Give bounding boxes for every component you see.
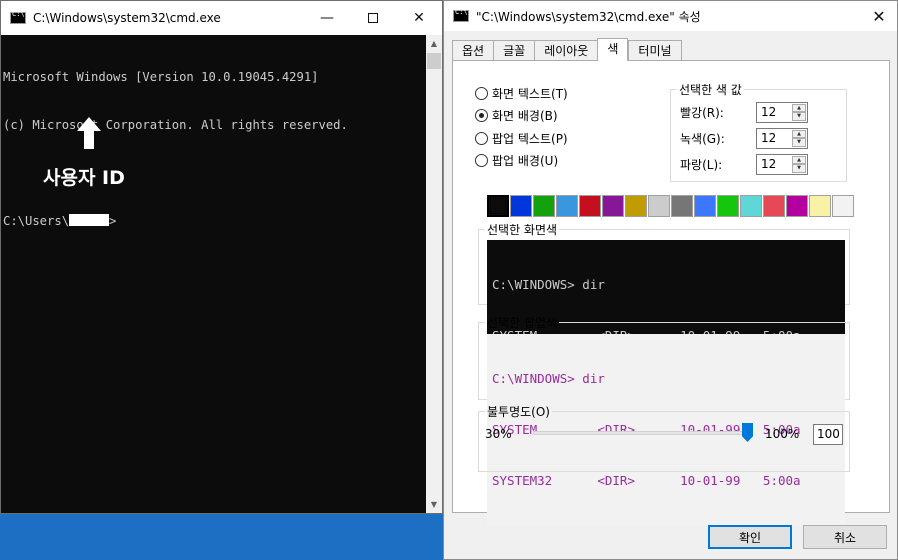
color-swatch[interactable] (602, 195, 624, 217)
user-id-annotation: 사용자 ID (43, 167, 125, 189)
spin-up-icon[interactable]: ▲ (792, 155, 806, 164)
radio-label: 화면 텍스트(T) (492, 86, 568, 101)
screen-colors-legend: 선택한 화면색 (487, 223, 558, 237)
blue-label: 파랑(L): (680, 157, 723, 172)
dialog-title: "C:\Windows\system32\cmd.exe" 속성 (476, 9, 701, 24)
opacity-legend: 불투명도(O) (487, 405, 550, 419)
scrollbar-thumb[interactable] (427, 53, 441, 69)
tab-layout[interactable]: 레이아웃 (534, 40, 598, 61)
color-swatch[interactable] (510, 195, 532, 217)
close-button[interactable]: ✕ (396, 1, 442, 35)
opacity-value-input[interactable]: 100 (813, 424, 843, 445)
colors-panel: 화면 텍스트(T) 화면 배경(B) 팝업 텍스트(P) 팝업 배경(U) 선택… (452, 60, 890, 525)
preview-line: C:\WINDOWS> dir (492, 277, 605, 292)
popup-colors-legend: 선택한 팝업색 (487, 316, 558, 330)
green-value-row: 녹색(G): 12 ▲ ▼ (680, 127, 808, 149)
green-spinner[interactable]: 12 ▲ ▼ (756, 127, 808, 149)
color-swatch[interactable] (533, 195, 555, 217)
red-value: 12 (761, 105, 777, 119)
preview-line: SYSTEM32 <DIR> 10-01-99 5:00a (492, 473, 801, 488)
console-app-icon[interactable] (10, 10, 26, 24)
console-titlebar[interactable]: C:\Windows\system32\cmd.exe — ✕ (1, 1, 442, 35)
radio-popup-background[interactable]: 팝업 배경(U) (475, 152, 558, 168)
radio-screen-text[interactable]: 화면 텍스트(T) (475, 85, 568, 101)
blue-value-row: 파랑(L): 12 ▲ ▼ (680, 153, 808, 175)
radio-indicator (475, 153, 488, 167)
red-value-row: 빨강(R): 12 ▲ ▼ (680, 101, 808, 123)
preview-line: C:\WINDOWS> dir (492, 371, 605, 386)
radio-label: 화면 배경(B) (492, 108, 558, 123)
close-icon: ✕ (872, 6, 886, 26)
color-palette (487, 195, 855, 217)
scroll-up-icon[interactable]: ▲ (426, 35, 442, 52)
minimize-icon: — (320, 10, 334, 26)
color-swatch[interactable] (671, 195, 693, 217)
tab-options[interactable]: 옵션 (452, 40, 494, 61)
console-line: (c) Microsoft Corporation. All rights re… (3, 118, 348, 132)
color-swatch[interactable] (740, 195, 762, 217)
color-swatch[interactable] (487, 195, 509, 217)
spin-up-icon[interactable]: ▲ (792, 103, 806, 112)
color-swatch[interactable] (717, 195, 739, 217)
color-values-legend: 선택한 색 값 (679, 83, 742, 97)
console-prompt-line: C:\Users\ > (3, 213, 424, 229)
opacity-slider-track[interactable] (533, 431, 751, 435)
console-prompt-suffix: > (109, 214, 117, 228)
console-scrollbar[interactable]: ▲ ▼ (426, 35, 442, 513)
color-swatch[interactable] (579, 195, 601, 217)
tab-font[interactable]: 글꼴 (493, 40, 535, 61)
spin-down-icon[interactable]: ▼ (792, 138, 806, 147)
spin-down-icon[interactable]: ▼ (792, 164, 806, 173)
color-swatch[interactable] (556, 195, 578, 217)
blue-spinner[interactable]: 12 ▲ ▼ (756, 153, 808, 175)
minimize-button[interactable]: — (304, 1, 350, 35)
console-title: C:\Windows\system32\cmd.exe (33, 11, 221, 25)
arrow-up-icon (77, 117, 101, 149)
console-output[interactable]: Microsoft Windows [Version 10.0.19045.42… (1, 35, 426, 513)
opacity-min-label: 30% (485, 427, 512, 441)
radio-indicator (475, 86, 488, 100)
maximize-icon (368, 13, 378, 23)
dialog-titlebar[interactable]: "C:\Windows\system32\cmd.exe" 속성 ✕ (444, 1, 897, 31)
radio-indicator (475, 108, 488, 122)
radio-indicator (475, 131, 488, 145)
tab-bar: 옵션 글꼴 레이아웃 색 터미널 (452, 38, 682, 61)
color-swatch[interactable] (648, 195, 670, 217)
color-swatch[interactable] (694, 195, 716, 217)
spin-down-icon[interactable]: ▼ (792, 112, 806, 121)
color-swatch[interactable] (786, 195, 808, 217)
maximize-button[interactable] (350, 1, 396, 35)
radio-label: 팝업 텍스트(P) (492, 131, 568, 146)
radio-screen-background[interactable]: 화면 배경(B) (475, 107, 558, 123)
color-swatch[interactable] (763, 195, 785, 217)
blue-value: 12 (761, 157, 777, 171)
close-icon: ✕ (413, 10, 425, 26)
red-label: 빨강(R): (680, 105, 724, 120)
radio-popup-text[interactable]: 팝업 텍스트(P) (475, 130, 568, 146)
dialog-app-icon[interactable] (453, 8, 469, 22)
console-prompt-path: C:\Users\ (3, 214, 70, 228)
green-value: 12 (761, 131, 777, 145)
color-swatch[interactable] (832, 195, 854, 217)
radio-label: 팝업 배경(U) (492, 153, 559, 168)
opacity-max-label: 100% (765, 427, 800, 441)
console-line: Microsoft Windows [Version 10.0.19045.42… (3, 70, 319, 84)
color-swatch[interactable] (625, 195, 647, 217)
redacted-username (69, 214, 110, 226)
properties-dialog: "C:\Windows\system32\cmd.exe" 속성 ✕ 옵션 글꼴… (443, 0, 898, 560)
ok-button[interactable]: 확인 (708, 525, 792, 549)
spin-up-icon[interactable]: ▲ (792, 129, 806, 138)
tab-colors[interactable]: 색 (597, 38, 629, 61)
dialog-close-button[interactable]: ✕ (867, 5, 891, 27)
cancel-button[interactable]: 취소 (803, 525, 887, 549)
green-label: 녹색(G): (680, 131, 725, 146)
console-window: C:\Windows\system32\cmd.exe — ✕ Microsof… (0, 0, 443, 514)
red-spinner[interactable]: 12 ▲ ▼ (756, 101, 808, 123)
color-swatch[interactable] (809, 195, 831, 217)
scroll-down-icon[interactable]: ▼ (426, 496, 442, 513)
tab-terminal[interactable]: 터미널 (628, 40, 682, 61)
